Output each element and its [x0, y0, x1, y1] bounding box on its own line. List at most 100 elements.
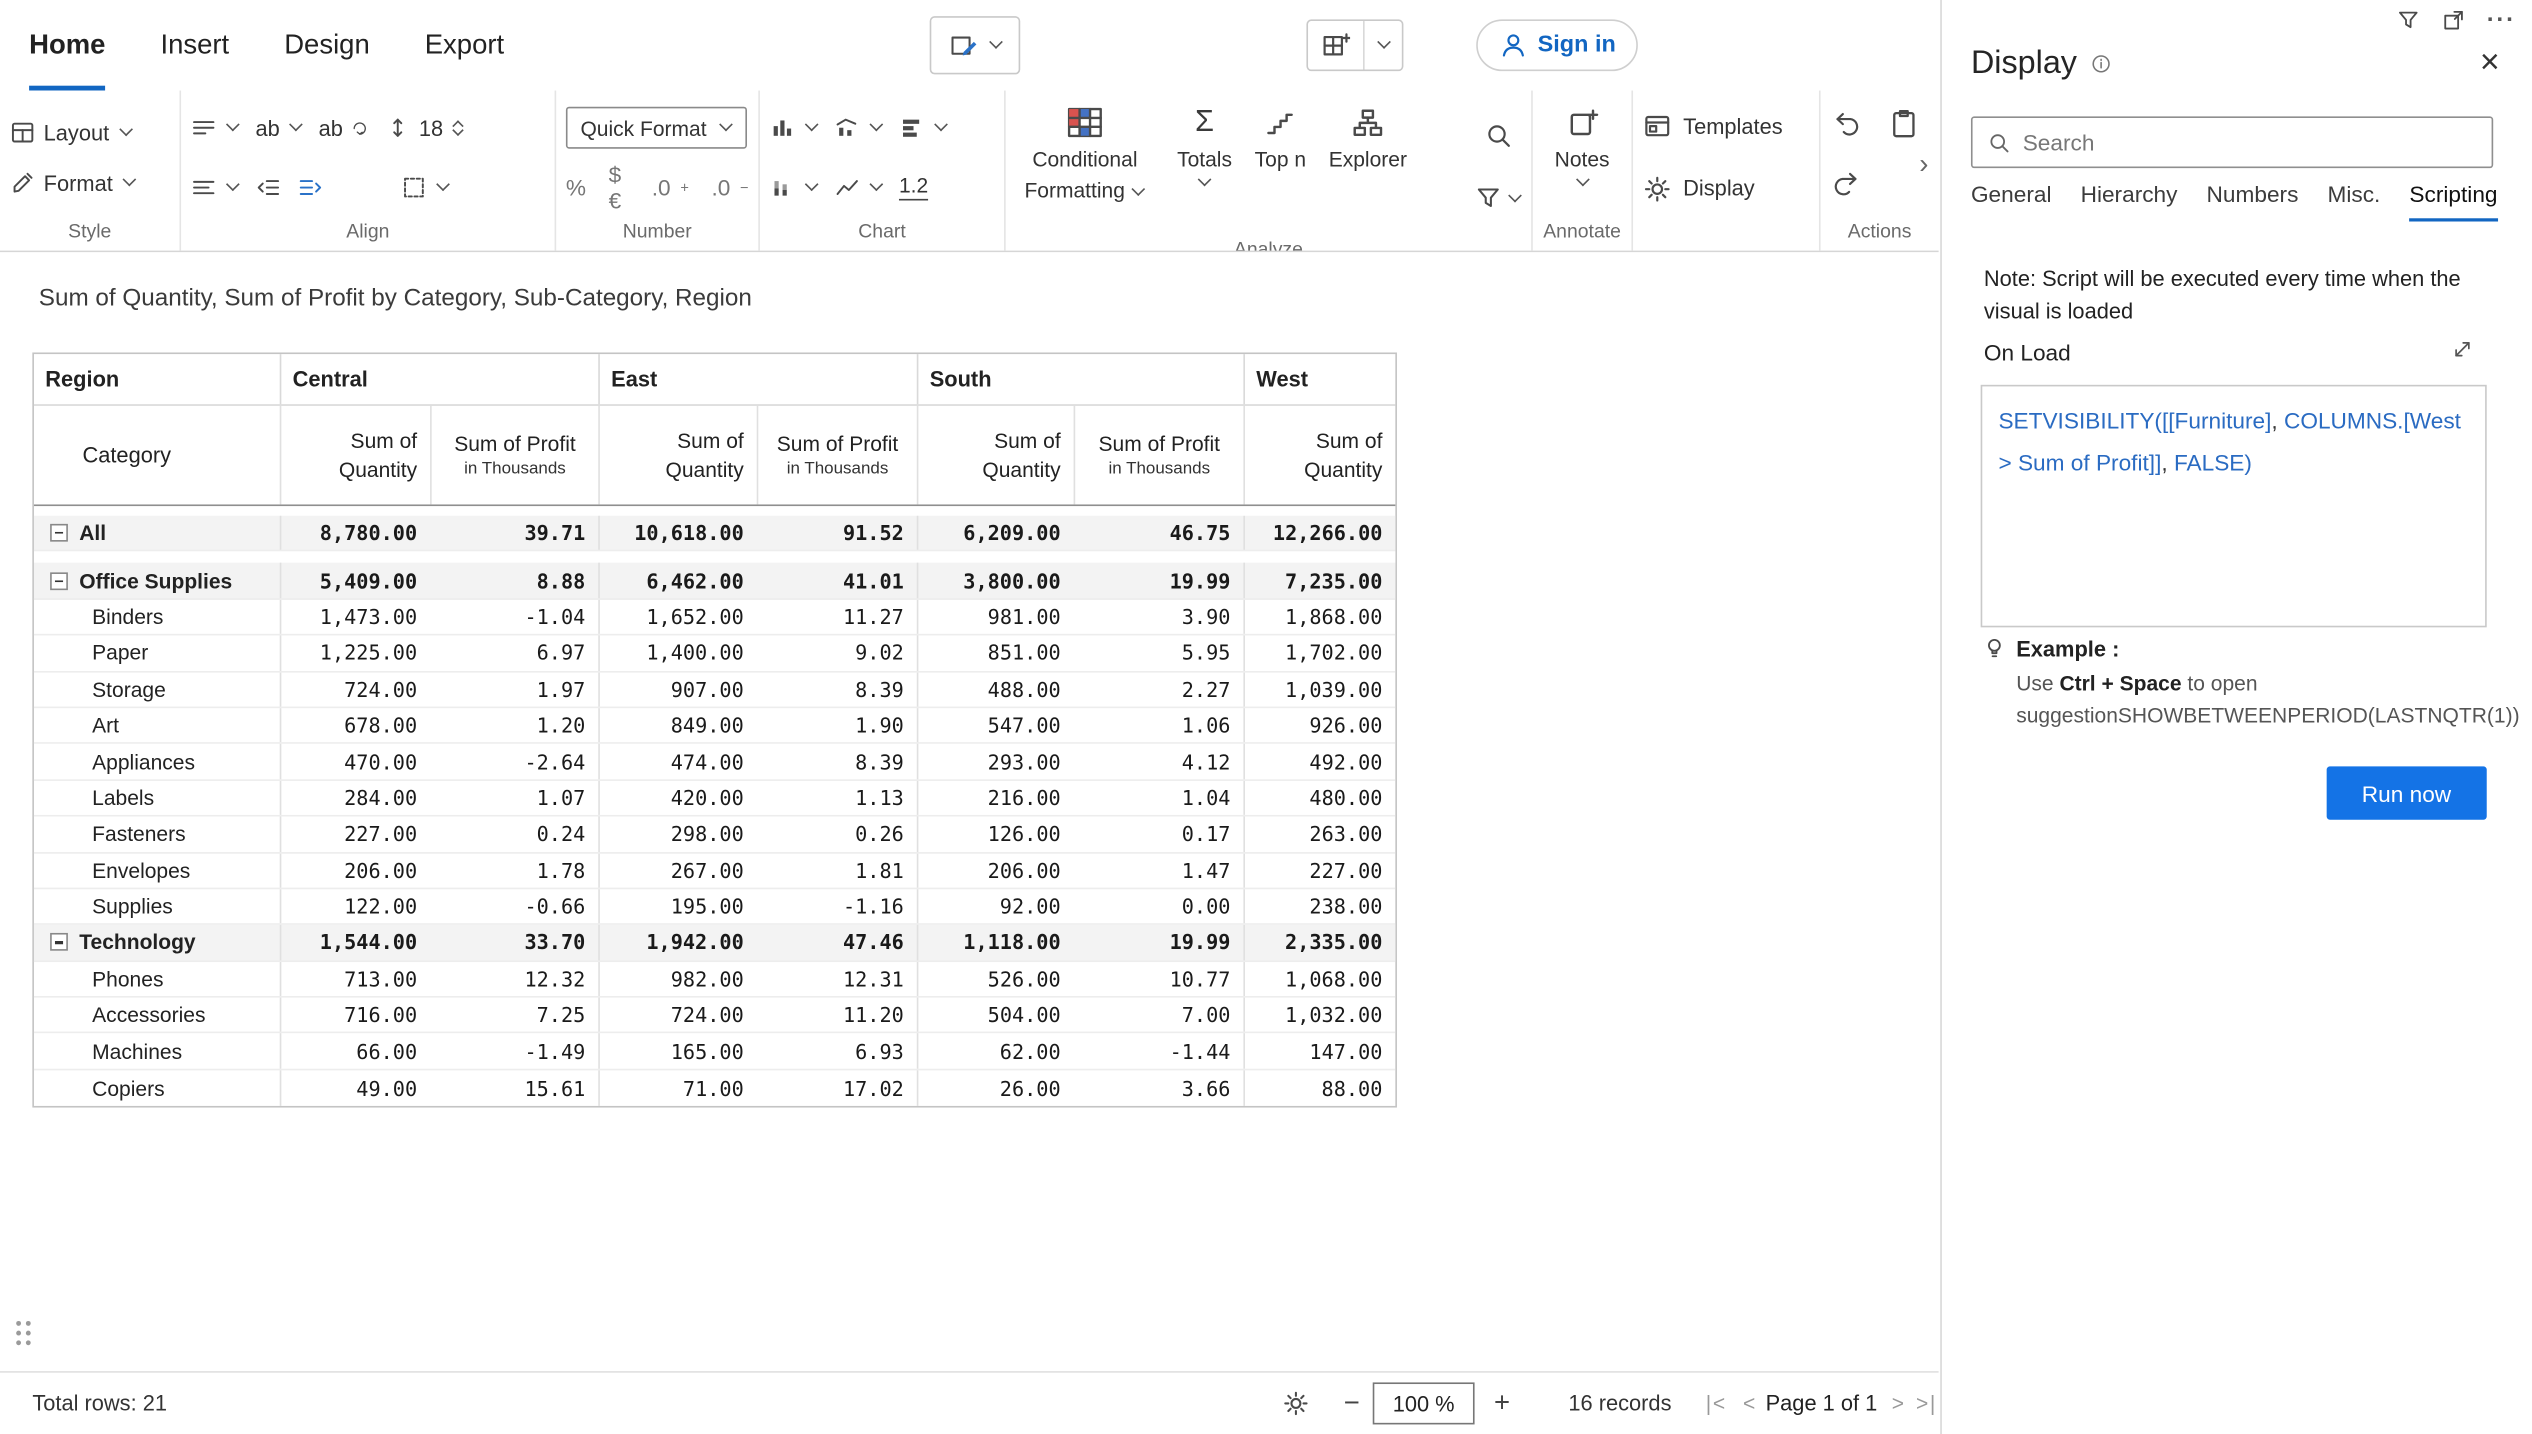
page-last-button[interactable]: >| [1916, 1391, 1937, 1415]
table-row[interactable]: Technology1,544.0033.701,942.0047.461,11… [34, 925, 1395, 961]
script-editor[interactable]: SETVISIBILITY([[Furniture], COLUMNS.[Wes… [1981, 385, 2487, 628]
value-cell[interactable]: 1,652.00 [598, 600, 756, 635]
row-label[interactable]: Phones [34, 962, 280, 997]
format-painter-button[interactable] [930, 16, 1021, 74]
value-cell[interactable]: 12,266.00 [1243, 516, 1395, 551]
page-next-button[interactable]: > [1892, 1391, 1906, 1415]
table-row[interactable]: Appliances470.00-2.64474.008.39293.004.1… [34, 744, 1395, 780]
collapse-icon[interactable] [50, 524, 68, 542]
row-label[interactable]: Office Supplies [34, 563, 280, 598]
value-cell[interactable]: 492.00 [1243, 744, 1395, 779]
conditional-formatting-button[interactable]: Conditional Formatting [1015, 95, 1154, 237]
expand-editor-button[interactable] [2451, 338, 2474, 361]
value-cell[interactable]: 49.00 [280, 1070, 430, 1106]
value-cell[interactable]: 0.17 [1074, 817, 1244, 852]
value-cell[interactable]: 926.00 [1243, 708, 1395, 743]
value-cell[interactable]: 1.97 [430, 672, 598, 707]
value-cell[interactable]: 216.00 [917, 781, 1074, 816]
table-row[interactable]: Supplies122.00-0.66195.00-1.1692.000.002… [34, 889, 1395, 925]
value-cell[interactable]: 284.00 [280, 781, 430, 816]
value-cell[interactable]: 1.04 [1074, 781, 1244, 816]
redo-button[interactable] [1830, 167, 1862, 207]
measure-header[interactable]: Sum of Profitin Thousands [430, 406, 598, 505]
value-cell[interactable]: 26.00 [917, 1070, 1074, 1106]
value-cell[interactable]: 2.27 [1074, 672, 1244, 707]
row-label[interactable]: Accessories [34, 998, 280, 1033]
value-cell[interactable]: 62.00 [917, 1034, 1074, 1069]
text-wrap-button[interactable]: ab [319, 116, 369, 140]
value-cell[interactable]: 8.39 [757, 744, 917, 779]
value-cell[interactable]: 267.00 [598, 853, 756, 888]
table-row[interactable]: All8,780.0039.7110,618.0091.526,209.0046… [34, 516, 1395, 552]
value-cell[interactable]: 3.66 [1074, 1070, 1244, 1106]
value-cell[interactable]: 7,235.00 [1243, 563, 1395, 598]
value-cell[interactable]: 1.07 [430, 781, 598, 816]
value-cell[interactable]: 981.00 [917, 600, 1074, 635]
value-cell[interactable]: 126.00 [917, 817, 1074, 852]
value-cell[interactable]: 39.71 [430, 516, 598, 551]
value-cell[interactable]: 0.00 [1074, 889, 1244, 924]
font-size-stepper[interactable]: 18 [385, 115, 463, 141]
value-cell[interactable]: 1.06 [1074, 708, 1244, 743]
value-cell[interactable]: 488.00 [917, 672, 1074, 707]
quick-format-dropdown[interactable]: Quick Format [566, 107, 747, 149]
table-row[interactable]: Storage724.001.97907.008.39488.002.271,0… [34, 672, 1395, 708]
row-label[interactable]: Supplies [34, 889, 280, 924]
layout-button[interactable]: Layout [10, 120, 170, 146]
value-cell[interactable]: 165.00 [598, 1034, 756, 1069]
value-cell[interactable]: 227.00 [280, 817, 430, 852]
value-cell[interactable]: 1,544.00 [280, 925, 430, 960]
row-label[interactable]: Storage [34, 672, 280, 707]
value-cell[interactable]: 11.27 [757, 600, 917, 635]
measure-header[interactable]: Sum ofQuantity [598, 406, 756, 505]
value-cell[interactable]: -0.66 [430, 889, 598, 924]
value-cell[interactable]: 17.02 [757, 1070, 917, 1106]
column-chart-button[interactable] [770, 115, 819, 141]
row-label[interactable]: Fasteners [34, 817, 280, 852]
value-cell[interactable]: 15.61 [430, 1070, 598, 1106]
row-label[interactable]: Appliances [34, 744, 280, 779]
value-cell[interactable]: 1,868.00 [1243, 600, 1395, 635]
value-cell[interactable]: 293.00 [917, 744, 1074, 779]
measure-header[interactable]: Sum of Profitin Thousands [757, 406, 917, 505]
value-cell[interactable]: 420.00 [598, 781, 756, 816]
page-first-button[interactable]: |< [1706, 1391, 1727, 1415]
text-options-button[interactable]: ab [255, 116, 302, 140]
measure-header[interactable]: Sum ofQuantity [280, 406, 430, 505]
value-cell[interactable]: 6.93 [757, 1034, 917, 1069]
value-cell[interactable]: 678.00 [280, 708, 430, 743]
value-cell[interactable]: 716.00 [280, 998, 430, 1033]
table-row[interactable]: Envelopes206.001.78267.001.81206.001.472… [34, 853, 1395, 889]
collapse-icon[interactable] [50, 572, 68, 590]
value-cell[interactable]: 238.00 [1243, 889, 1395, 924]
value-cell[interactable]: 1,039.00 [1243, 672, 1395, 707]
horizontal-align-button[interactable] [191, 115, 240, 141]
value-cell[interactable]: 92.00 [917, 889, 1074, 924]
measure-header[interactable]: Sum of Profitin Thousands [1074, 406, 1244, 505]
table-row[interactable]: Machines66.00-1.49165.006.9362.00-1.4414… [34, 1034, 1395, 1070]
value-cell[interactable]: 982.00 [598, 962, 756, 997]
percent-format-button[interactable]: % [566, 175, 586, 201]
table-row[interactable]: Paper1,225.006.971,400.009.02851.005.951… [34, 636, 1395, 672]
line-chart-button[interactable] [834, 175, 883, 201]
collapse-panel-chevron[interactable]: › [1914, 146, 1933, 185]
value-cell[interactable]: 91.52 [757, 516, 917, 551]
row-label[interactable]: Labels [34, 781, 280, 816]
vertical-align-button[interactable] [191, 175, 240, 201]
value-cell[interactable]: 1.81 [757, 853, 917, 888]
currency-format-button[interactable]: $€ [609, 162, 629, 214]
display-button[interactable]: Display [1643, 158, 1810, 219]
value-cell[interactable]: 12.32 [430, 962, 598, 997]
measure-header[interactable]: Sum ofQuantity [917, 406, 1074, 505]
value-cell[interactable]: 147.00 [1243, 1034, 1395, 1069]
value-cell[interactable]: 263.00 [1243, 817, 1395, 852]
search-input[interactable] [2023, 129, 2477, 155]
value-cell[interactable]: 1,702.00 [1243, 636, 1395, 671]
table-row[interactable]: Art678.001.20849.001.90547.001.06926.00 [34, 708, 1395, 744]
combo-chart-button[interactable] [834, 115, 883, 141]
borders-button[interactable] [401, 175, 450, 201]
undo-button[interactable] [1830, 108, 1862, 148]
value-cell[interactable]: 195.00 [598, 889, 756, 924]
value-cell[interactable]: -1.04 [430, 600, 598, 635]
row-label[interactable]: Binders [34, 600, 280, 635]
